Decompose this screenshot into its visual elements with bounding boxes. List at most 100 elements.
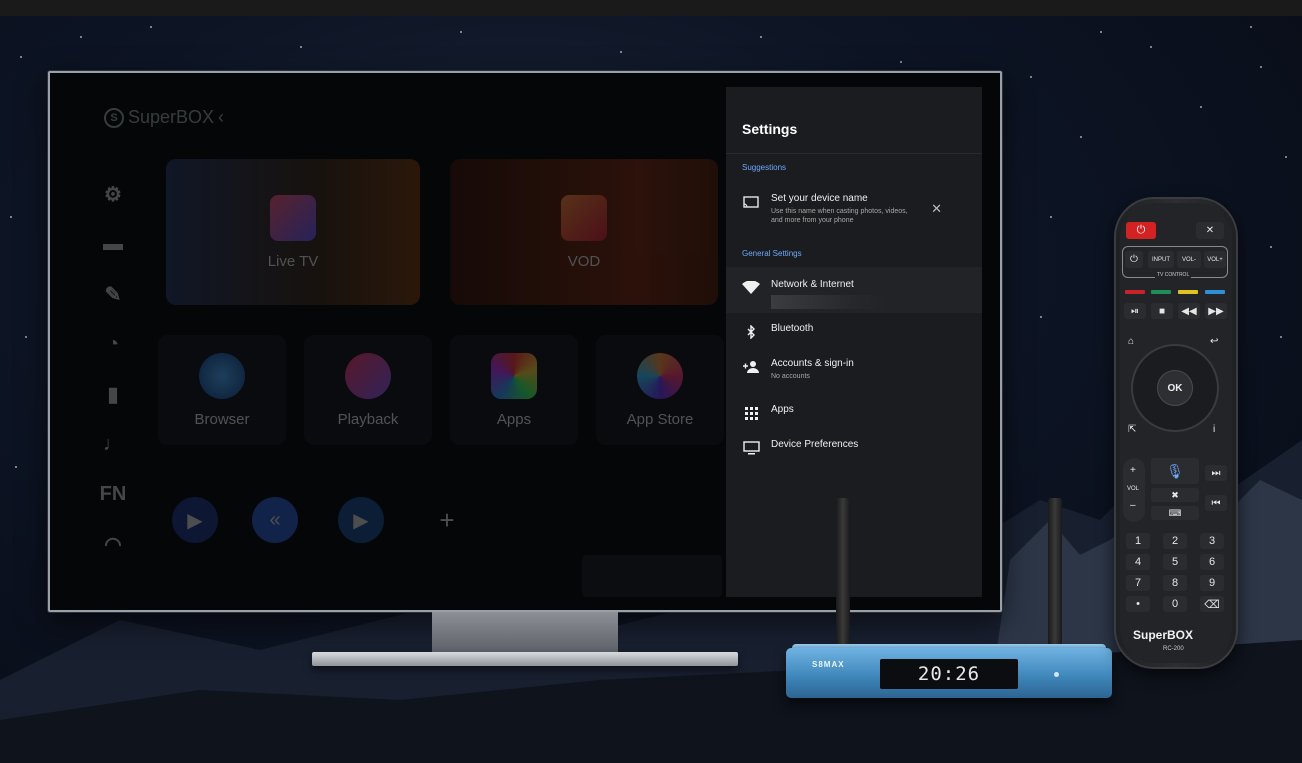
vol-plus-button[interactable]: VOL+	[1204, 251, 1226, 268]
green-button[interactable]	[1151, 290, 1171, 294]
browser-icon	[199, 352, 245, 399]
broom-icon[interactable]: ✎	[98, 269, 128, 319]
dock-app-3[interactable]: ▶	[338, 497, 384, 543]
play-pause-button[interactable]: ⏯	[1124, 303, 1146, 319]
input-button[interactable]: INPUT	[1148, 251, 1174, 268]
red-button[interactable]	[1125, 290, 1145, 294]
dock-app-2[interactable]: «	[252, 497, 298, 543]
apps-label: Apps	[771, 404, 794, 415]
volume-label: VOL	[1127, 486, 1140, 492]
tv-frame: S SuperBOX ‹ ⚙ ▬ ✎ ◔ ▮ ♩ FN ◠ Live TV VO…	[48, 71, 1002, 612]
power-button[interactable]: ⏻	[1126, 222, 1156, 239]
device-preferences-label: Device Preferences	[771, 439, 859, 450]
person-add-icon	[742, 358, 760, 376]
play-icon	[345, 352, 391, 399]
suggestions-label: Suggestions	[742, 163, 787, 172]
antenna-right	[1048, 498, 1062, 648]
browser-tile[interactable]: Browser	[158, 335, 286, 445]
mouse-mode-icon[interactable]: ⇱	[1128, 424, 1136, 435]
settings-item-network[interactable]: Network & Internet	[726, 267, 982, 313]
microphone-icon[interactable]: ♩	[98, 419, 128, 469]
suggestion-device-name[interactable]: Set your device name Use this name when …	[726, 193, 982, 225]
suggestion-subtitle-1: Use this name when casting photos, video…	[771, 208, 908, 215]
microphone-button[interactable]: 🎙	[1151, 458, 1199, 484]
settings-panel: Settings Suggestions Set your device nam…	[726, 87, 982, 597]
launcher-sidebar: ⚙ ▬ ✎ ◔ ▮ ♩ FN ◠	[98, 169, 128, 569]
home-icon[interactable]: ⌂	[1128, 336, 1134, 347]
folder-icon[interactable]: ▬	[98, 219, 128, 269]
tv-screen: S SuperBOX ‹ ⚙ ▬ ✎ ◔ ▮ ♩ FN ◠ Live TV VO…	[50, 73, 1000, 610]
keypad-key[interactable]: 4	[1126, 554, 1150, 570]
box-clock-display: 20:26	[880, 659, 1018, 689]
ok-button[interactable]: OK	[1157, 370, 1193, 406]
keypad-key[interactable]: 6	[1200, 554, 1224, 570]
headset-icon[interactable]: ◠	[98, 519, 128, 569]
playback-label: Playback	[337, 410, 399, 428]
vod-tile[interactable]: VOD	[450, 159, 718, 305]
gear-icon[interactable]: ⚙	[98, 169, 128, 219]
vol-minus-button[interactable]: VOL-	[1177, 251, 1201, 268]
keypad-key[interactable]: 1	[1126, 533, 1150, 549]
volume-down[interactable]: –	[1130, 500, 1136, 511]
rewind-button[interactable]: ◀◀	[1178, 303, 1200, 319]
keypad-key[interactable]: 8	[1163, 575, 1187, 591]
box-led	[1054, 672, 1059, 677]
app-store-label: App Store	[626, 410, 694, 428]
trash-icon[interactable]: ▮	[98, 369, 128, 419]
volume-up[interactable]: +	[1130, 465, 1136, 476]
keypad-key[interactable]: 7	[1126, 575, 1150, 591]
app-store-tile[interactable]: App Store	[596, 335, 724, 445]
next-track-button[interactable]: ⏭	[1205, 465, 1227, 481]
suggestion-title: Set your device name	[771, 193, 868, 204]
vod-label: VOD	[567, 252, 601, 270]
dock-app-1[interactable]: ▶	[172, 497, 218, 543]
keypad-key[interactable]: 5	[1163, 554, 1187, 570]
keypad-key[interactable]: ⌫	[1200, 596, 1224, 612]
wifi-icon	[742, 279, 760, 297]
browser-label: Browser	[194, 410, 250, 428]
dismiss-suggestion-icon[interactable]: ✕	[931, 201, 942, 217]
previous-track-button[interactable]: ⏮	[1205, 495, 1227, 511]
app-store-icon	[637, 352, 683, 399]
dock-add-button[interactable]: +	[424, 497, 470, 543]
back-icon[interactable]: ↩	[1210, 336, 1218, 347]
live-tv-label: Live TV	[267, 252, 319, 270]
divider	[726, 153, 982, 154]
bluetooth-label: Bluetooth	[771, 323, 814, 334]
keyboard-button[interactable]: ⌨	[1151, 506, 1199, 520]
live-tv-tile[interactable]: Live TV	[166, 159, 420, 305]
settings-tools-button[interactable]: ✖	[1151, 488, 1199, 502]
info-button[interactable]: i	[1213, 424, 1215, 435]
launcher-background: S SuperBOX ‹ ⚙ ▬ ✎ ◔ ▮ ♩ FN ◠ Live TV VO…	[50, 73, 726, 610]
blue-button[interactable]	[1205, 290, 1225, 294]
superbox-logo: S SuperBOX ‹	[104, 107, 224, 128]
apps-tile[interactable]: Apps	[450, 335, 578, 445]
tv-stand-base	[312, 652, 738, 666]
playback-tile[interactable]: Playback	[304, 335, 432, 445]
vod-icon	[561, 194, 607, 241]
settings-item-device-preferences[interactable]: Device Preferences	[726, 439, 982, 457]
speedometer-icon[interactable]: ◔	[98, 319, 128, 369]
tv-power-button[interactable]: ⏻	[1125, 251, 1143, 268]
apps-label: Apps	[496, 410, 532, 428]
keypad-key[interactable]: 3	[1200, 533, 1224, 549]
remote-logo: SuperBOX	[1133, 628, 1194, 642]
settings-item-bluetooth[interactable]: Bluetooth	[726, 323, 982, 341]
yellow-button[interactable]	[1178, 290, 1198, 294]
settings-item-apps[interactable]: Apps	[726, 404, 982, 422]
fast-forward-button[interactable]: ▶▶	[1205, 303, 1227, 319]
mute-button[interactable]: ✕	[1196, 222, 1224, 239]
bluetooth-icon	[742, 323, 760, 341]
back-chevron-icon[interactable]: ‹	[218, 107, 224, 128]
keypad-key[interactable]: 0	[1163, 596, 1187, 612]
keypad-key[interactable]: 9	[1200, 575, 1224, 591]
apps-icon	[491, 352, 537, 399]
logo-text: SuperBOX	[128, 107, 215, 127]
logo-badge: S	[104, 107, 124, 128]
settings-title: Settings	[742, 121, 798, 137]
keypad-key[interactable]: •	[1126, 596, 1150, 612]
keypad-key[interactable]: 2	[1163, 533, 1187, 549]
stop-button[interactable]: ■	[1151, 303, 1173, 319]
fn-icon[interactable]: FN	[98, 469, 128, 519]
settings-item-accounts[interactable]: Accounts & sign-in No accounts	[726, 358, 982, 381]
